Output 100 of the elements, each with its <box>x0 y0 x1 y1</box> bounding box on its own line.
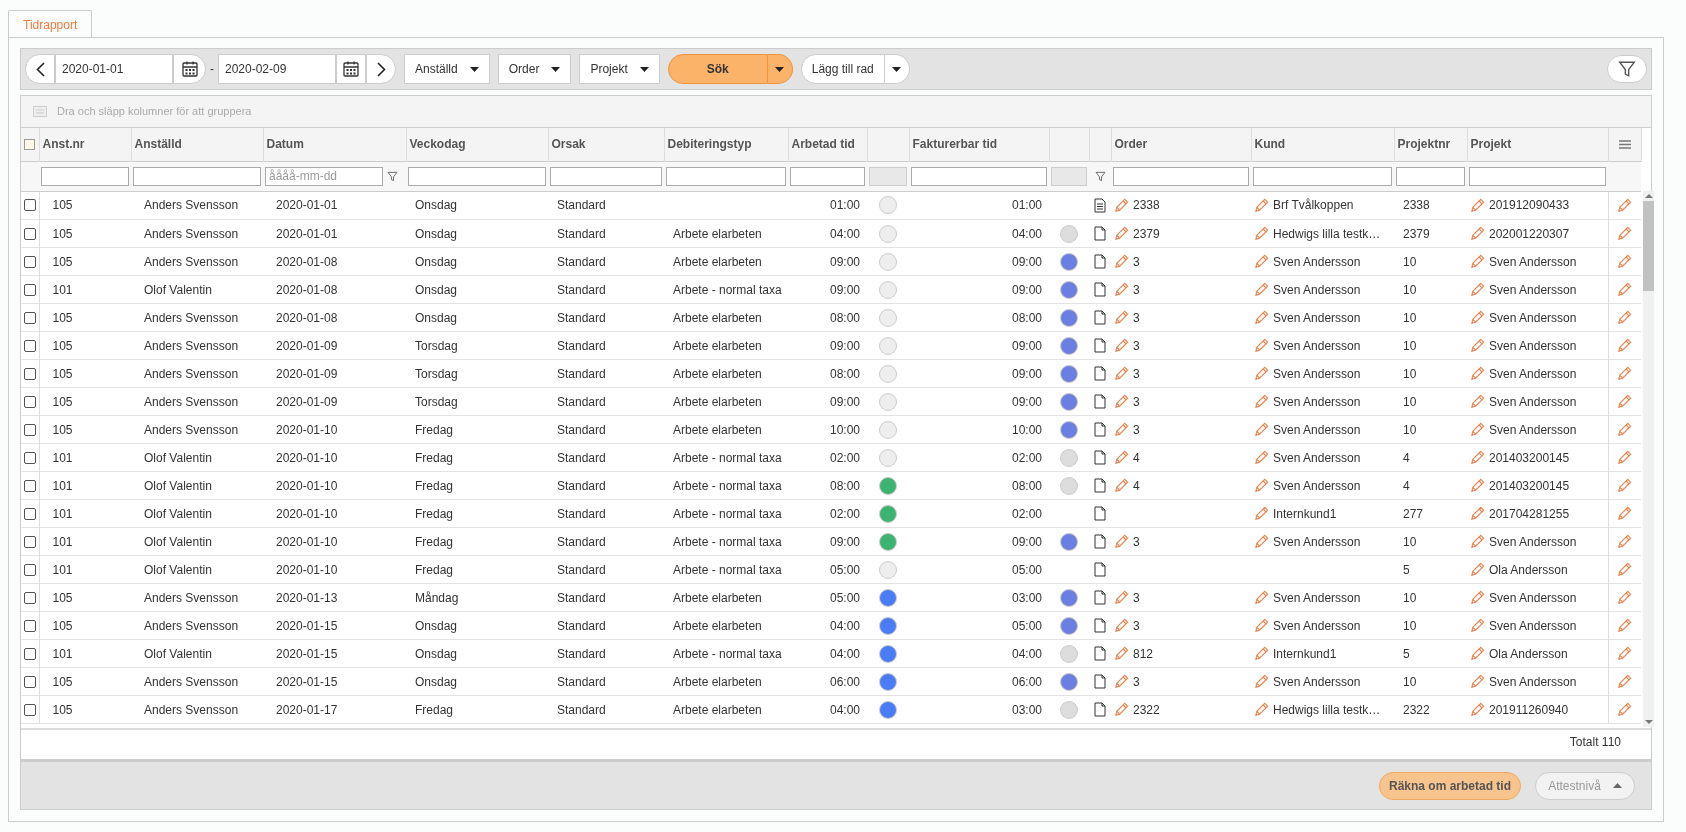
pencil-icon[interactable] <box>1470 197 1485 213</box>
pencil-icon[interactable] <box>1114 366 1129 381</box>
pencil-icon[interactable] <box>1254 197 1269 213</box>
pencil-icon[interactable] <box>1470 646 1485 661</box>
pencil-icon[interactable] <box>1470 394 1485 409</box>
document-icon[interactable] <box>1094 310 1106 325</box>
pencil-icon[interactable] <box>1254 478 1269 493</box>
row-checkbox[interactable] <box>24 423 36 436</box>
pencil-icon[interactable] <box>1254 646 1269 661</box>
calendar-icon[interactable] <box>342 60 360 78</box>
filter-field[interactable] <box>408 166 546 186</box>
pencil-icon[interactable] <box>1254 506 1269 521</box>
scrollbar[interactable] <box>1643 191 1654 727</box>
document-icon[interactable] <box>1094 534 1106 549</box>
pencil-icon[interactable] <box>1254 254 1269 269</box>
document-icon[interactable] <box>1094 338 1106 353</box>
date-filter-field[interactable]: åååå-mm-dd <box>265 166 383 186</box>
pencil-icon[interactable] <box>1470 506 1485 521</box>
pencil-icon[interactable] <box>1114 590 1129 605</box>
pencil-icon[interactable] <box>1254 394 1269 409</box>
pencil-icon[interactable] <box>1470 702 1485 717</box>
pencil-icon[interactable] <box>1114 702 1129 717</box>
pencil-icon[interactable] <box>1617 702 1633 717</box>
pencil-icon[interactable] <box>1114 618 1129 633</box>
pencil-icon[interactable] <box>1254 674 1269 689</box>
column-header[interactable]: Datum <box>266 137 304 152</box>
add-row-button[interactable]: Lägg till rad <box>800 54 885 84</box>
document-icon[interactable] <box>1094 506 1106 521</box>
filter-field[interactable] <box>1396 166 1465 186</box>
pencil-icon[interactable] <box>1617 197 1633 213</box>
pencil-icon[interactable] <box>1617 562 1633 577</box>
document-icon[interactable] <box>1094 394 1106 409</box>
pencil-icon[interactable] <box>1470 282 1485 297</box>
note-document-icon[interactable] <box>1094 197 1106 213</box>
calendar-icon[interactable] <box>180 60 199 78</box>
scrollbar-thumb[interactable] <box>1643 201 1654 291</box>
pencil-icon[interactable] <box>1114 450 1129 465</box>
document-icon[interactable] <box>1094 254 1106 269</box>
row-checkbox[interactable] <box>24 311 36 324</box>
document-icon[interactable] <box>1094 618 1106 633</box>
pencil-icon[interactable] <box>1114 338 1129 353</box>
pencil-icon[interactable] <box>1254 590 1269 605</box>
filter-field[interactable] <box>550 166 662 186</box>
row-checkbox[interactable] <box>24 255 36 268</box>
document-icon[interactable] <box>1094 450 1106 465</box>
row-checkbox[interactable] <box>24 479 36 492</box>
pencil-icon[interactable] <box>1254 366 1269 381</box>
pencil-icon[interactable] <box>1617 422 1633 437</box>
pencil-icon[interactable] <box>1114 254 1129 269</box>
filter-field[interactable] <box>666 166 786 186</box>
row-checkbox[interactable] <box>24 367 36 380</box>
date-field[interactable]: 2020-01-01 <box>55 54 173 84</box>
row-checkbox[interactable] <box>24 451 36 464</box>
scroll-down-icon[interactable] <box>1644 717 1653 727</box>
column-header[interactable]: Anställd <box>134 137 182 152</box>
row-checkbox[interactable] <box>24 647 36 660</box>
document-icon[interactable] <box>1094 590 1106 605</box>
row-checkbox[interactable] <box>24 339 36 352</box>
filter-field[interactable] <box>1469 166 1606 186</box>
filter-button[interactable] <box>1607 55 1647 83</box>
row-checkbox[interactable] <box>24 535 36 548</box>
search-button[interactable]: Sök <box>667 54 768 84</box>
column-header[interactable]: Anst.nr <box>42 137 85 152</box>
menu-icon[interactable] <box>1618 139 1631 149</box>
document-icon[interactable] <box>1094 478 1106 493</box>
pencil-icon[interactable] <box>1254 534 1269 549</box>
pencil-icon[interactable] <box>1617 226 1633 241</box>
pencil-icon[interactable] <box>1254 310 1269 325</box>
pencil-icon[interactable] <box>1617 646 1633 661</box>
pencil-icon[interactable] <box>1470 338 1485 353</box>
pencil-icon[interactable] <box>1470 478 1485 493</box>
filter-field[interactable] <box>1113 166 1249 186</box>
pencil-icon[interactable] <box>1470 534 1485 549</box>
pencil-icon[interactable] <box>1617 674 1633 689</box>
row-checkbox[interactable] <box>24 591 36 604</box>
row-checkbox[interactable] <box>24 227 36 240</box>
previous-button[interactable] <box>25 54 55 84</box>
scroll-up-icon[interactable] <box>1644 191 1653 201</box>
pencil-icon[interactable] <box>1114 534 1129 549</box>
pencil-icon[interactable] <box>1470 422 1485 437</box>
pencil-icon[interactable] <box>1470 674 1485 689</box>
date-field[interactable]: 2020-02-09 <box>218 54 336 84</box>
filter-field[interactable] <box>911 166 1047 186</box>
row-checkbox[interactable] <box>24 619 36 632</box>
next-button[interactable] <box>366 54 396 84</box>
add-row-menu-button[interactable] <box>884 54 910 84</box>
column-header[interactable]: Projektnr <box>1397 137 1451 152</box>
document-icon[interactable] <box>1094 702 1106 717</box>
pencil-icon[interactable] <box>1470 366 1485 381</box>
pencil-icon[interactable] <box>1114 646 1129 661</box>
pencil-icon[interactable] <box>1254 338 1269 353</box>
filter-icon[interactable] <box>387 170 398 182</box>
pencil-icon[interactable] <box>1470 590 1485 605</box>
document-icon[interactable] <box>1094 674 1106 689</box>
row-checkbox[interactable] <box>24 563 36 576</box>
pencil-icon[interactable] <box>1617 618 1633 633</box>
pencil-icon[interactable] <box>1114 674 1129 689</box>
pencil-icon[interactable] <box>1617 506 1633 521</box>
pencil-icon[interactable] <box>1470 310 1485 325</box>
dropdown-button[interactable]: Projekt <box>579 54 660 84</box>
